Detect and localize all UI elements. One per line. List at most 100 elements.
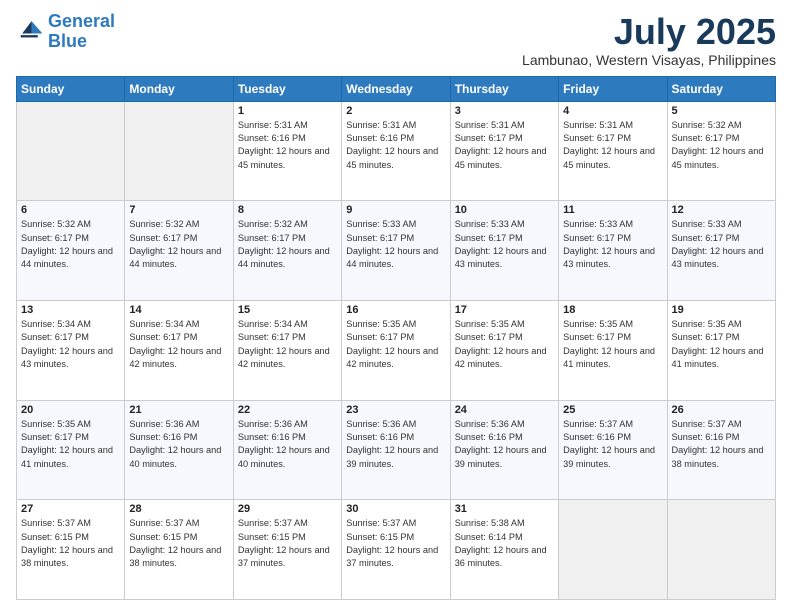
calendar-week-row: 27 Sunrise: 5:37 AMSunset: 6:15 PMDayligh… [17,500,776,600]
calendar-cell [125,101,233,201]
calendar-cell: 26Sunrise: 5:37 AMSunset: 6:16 PMDayligh… [667,400,775,500]
day-info: Sunrise: 5:32 AMSunset: 6:17 PMDaylight:… [21,218,120,271]
day-info: Sunrise: 5:35 AMSunset: 6:17 PMDaylight:… [455,318,554,371]
logo-icon [16,18,44,46]
day-number: 17 [455,304,554,316]
day-info: Sunrise: 5:36 AMSunset: 6:16 PMDaylight:… [346,418,445,471]
calendar-day-header: Sunday [17,76,125,101]
calendar-day-header: Friday [559,76,667,101]
day-info: Sunrise: 5:31 AMSunset: 6:17 PMDaylight:… [563,119,662,172]
day-info: Sunrise: 5:33 AMSunset: 6:17 PMDaylight:… [455,218,554,271]
calendar-day-header: Saturday [667,76,775,101]
day-info: Sunrise: 5:36 AMSunset: 6:16 PMDaylight:… [455,418,554,471]
day-info: Sunrise: 5:35 AMSunset: 6:17 PMDaylight:… [672,318,771,371]
calendar-day-header: Wednesday [342,76,450,101]
day-info: Sunrise: 5:31 AMSunset: 6:16 PMDaylight:… [346,119,445,172]
day-number: 31 [455,503,554,515]
calendar-day-header: Tuesday [233,76,341,101]
logo: General Blue [16,12,115,52]
day-info: Sunrise: 5:35 AMSunset: 6:17 PMDaylight:… [346,318,445,371]
calendar-day-header: Monday [125,76,233,101]
day-info: Sunrise: 5:37 AMSunset: 6:16 PMDaylight:… [563,418,662,471]
day-number: 29 [238,503,337,515]
logo-line1: General [48,11,115,31]
calendar-cell: 6 Sunrise: 5:32 AMSunset: 6:17 PMDaylight… [17,201,125,301]
day-info: Sunrise: 5:37 AMSunset: 6:15 PMDaylight:… [238,517,337,570]
day-number: 25 [563,404,662,416]
logo-line2: Blue [48,31,87,51]
month-title: July 2025 [522,12,776,52]
calendar-cell: 5 Sunrise: 5:32 AMSunset: 6:17 PMDaylight… [667,101,775,201]
day-number: 20 [21,404,120,416]
calendar-cell: 21 Sunrise: 5:36 AMSunset: 6:16 PMDayligh… [125,400,233,500]
day-number: 22 [238,404,337,416]
day-number: 13 [21,304,120,316]
calendar-cell: 16Sunrise: 5:35 AMSunset: 6:17 PMDayligh… [342,300,450,400]
calendar-cell: 28Sunrise: 5:37 AMSunset: 6:15 PMDayligh… [125,500,233,600]
calendar-cell: 23 Sunrise: 5:36 AMSunset: 6:16 PMDayligh… [342,400,450,500]
calendar-cell: 7 Sunrise: 5:32 AMSunset: 6:17 PMDaylight… [125,201,233,301]
day-info: Sunrise: 5:34 AMSunset: 6:17 PMDaylight:… [238,318,337,371]
calendar-cell [17,101,125,201]
calendar-cell: 29 Sunrise: 5:37 AMSunset: 6:15 PMDayligh… [233,500,341,600]
calendar-cell: 20 Sunrise: 5:35 AMSunset: 6:17 PMDayligh… [17,400,125,500]
calendar-cell: 17 Sunrise: 5:35 AMSunset: 6:17 PMDayligh… [450,300,558,400]
calendar-week-row: 13 Sunrise: 5:34 AMSunset: 6:17 PMDayligh… [17,300,776,400]
day-number: 12 [672,204,771,216]
day-number: 15 [238,304,337,316]
day-info: Sunrise: 5:31 AMSunset: 6:17 PMDaylight:… [455,119,554,172]
calendar-cell [559,500,667,600]
calendar-cell [667,500,775,600]
day-info: Sunrise: 5:37 AMSunset: 6:15 PMDaylight:… [346,517,445,570]
location-title: Lambunao, Western Visayas, Philippines [522,52,776,68]
calendar-week-row: 6 Sunrise: 5:32 AMSunset: 6:17 PMDaylight… [17,201,776,301]
day-info: Sunrise: 5:38 AMSunset: 6:14 PMDaylight:… [455,517,554,570]
calendar-cell: 8Sunrise: 5:32 AMSunset: 6:17 PMDaylight… [233,201,341,301]
day-number: 24 [455,404,554,416]
day-number: 18 [563,304,662,316]
calendar-cell: 11Sunrise: 5:33 AMSunset: 6:17 PMDayligh… [559,201,667,301]
day-info: Sunrise: 5:32 AMSunset: 6:17 PMDaylight:… [129,218,228,271]
calendar-cell: 4Sunrise: 5:31 AMSunset: 6:17 PMDaylight… [559,101,667,201]
day-number: 28 [129,503,228,515]
day-info: Sunrise: 5:35 AMSunset: 6:17 PMDaylight:… [21,418,120,471]
calendar-cell: 24 Sunrise: 5:36 AMSunset: 6:16 PMDayligh… [450,400,558,500]
calendar-header-row: SundayMondayTuesdayWednesdayThursdayFrid… [17,76,776,101]
day-info: Sunrise: 5:36 AMSunset: 6:16 PMDaylight:… [129,418,228,471]
calendar-cell: 3Sunrise: 5:31 AMSunset: 6:17 PMDaylight… [450,101,558,201]
day-number: 6 [21,204,120,216]
day-info: Sunrise: 5:37 AMSunset: 6:15 PMDaylight:… [21,517,120,570]
calendar-cell: 2Sunrise: 5:31 AMSunset: 6:16 PMDaylight… [342,101,450,201]
day-info: Sunrise: 5:36 AMSunset: 6:16 PMDaylight:… [238,418,337,471]
calendar-cell: 31 Sunrise: 5:38 AMSunset: 6:14 PMDayligh… [450,500,558,600]
day-number: 23 [346,404,445,416]
day-number: 21 [129,404,228,416]
calendar-cell: 9Sunrise: 5:33 AMSunset: 6:17 PMDaylight… [342,201,450,301]
day-info: Sunrise: 5:31 AMSunset: 6:16 PMDaylight:… [238,119,337,172]
title-block: July 2025 Lambunao, Western Visayas, Phi… [522,12,776,68]
calendar-week-row: 1Sunrise: 5:31 AMSunset: 6:16 PMDaylight… [17,101,776,201]
calendar-table: SundayMondayTuesdayWednesdayThursdayFrid… [16,76,776,600]
day-info: Sunrise: 5:32 AMSunset: 6:17 PMDaylight:… [672,119,771,172]
day-info: Sunrise: 5:34 AMSunset: 6:17 PMDaylight:… [21,318,120,371]
calendar-cell: 13 Sunrise: 5:34 AMSunset: 6:17 PMDayligh… [17,300,125,400]
day-number: 8 [238,204,337,216]
day-number: 7 [129,204,228,216]
calendar-cell: 15 Sunrise: 5:34 AMSunset: 6:17 PMDayligh… [233,300,341,400]
day-info: Sunrise: 5:35 AMSunset: 6:17 PMDaylight:… [563,318,662,371]
day-info: Sunrise: 5:34 AMSunset: 6:17 PMDaylight:… [129,318,228,371]
calendar-cell: 1Sunrise: 5:31 AMSunset: 6:16 PMDaylight… [233,101,341,201]
logo-text: General Blue [48,12,115,52]
calendar-cell: 22 Sunrise: 5:36 AMSunset: 6:16 PMDayligh… [233,400,341,500]
calendar-cell: 12 Sunrise: 5:33 AMSunset: 6:17 PMDayligh… [667,201,775,301]
day-number: 10 [455,204,554,216]
calendar-week-row: 20 Sunrise: 5:35 AMSunset: 6:17 PMDayligh… [17,400,776,500]
day-number: 27 [21,503,120,515]
day-info: Sunrise: 5:37 AMSunset: 6:16 PMDaylight:… [672,418,771,471]
day-info: Sunrise: 5:33 AMSunset: 6:17 PMDaylight:… [346,218,445,271]
day-info: Sunrise: 5:33 AMSunset: 6:17 PMDaylight:… [672,218,771,271]
day-number: 19 [672,304,771,316]
header: General Blue July 2025 Lambunao, Western… [16,12,776,68]
calendar-cell: 25 Sunrise: 5:37 AMSunset: 6:16 PMDayligh… [559,400,667,500]
day-number: 5 [672,105,771,117]
